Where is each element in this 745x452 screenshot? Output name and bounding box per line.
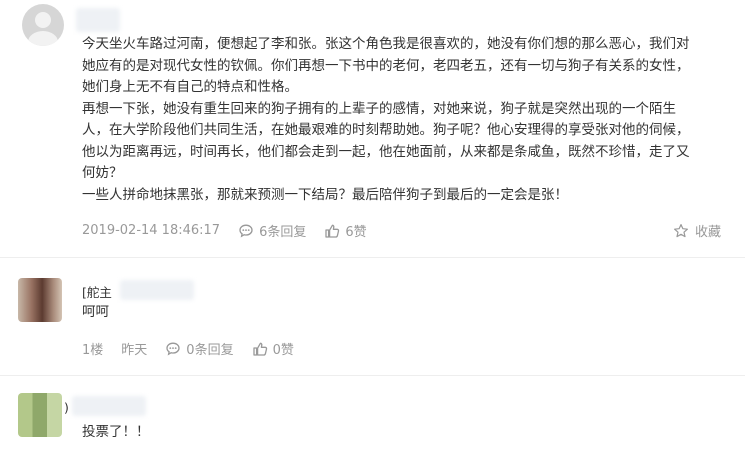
avatar[interactable] [18,278,62,322]
reply-text: 投票了！！ [82,424,150,440]
username-blurred[interactable] [120,280,194,300]
like-count-label: 6赞 [345,225,367,240]
star-icon [673,223,689,239]
comment-line: 他以为距离再远，时间再长，他们都会走到一起，他在她面前，从来都是条咸鱼，既然不珍… [82,143,690,160]
comment-line: 一些人拼命地抹黑张，那就来预测一下结局？最后陪伴狗子到最后的一定会是张！ [82,186,568,203]
avatar[interactable] [18,393,62,437]
favorite-label: 收藏 [694,225,721,240]
comment-line: 人，在大学阶段他们共同生活，在她最艰难的时刻帮助她。狗子呢？他心安理得的享受张对… [82,122,690,138]
comment-line: 今天坐火车路过河南，便想起了李和张。张这个角色我是很喜欢的，她没有你们想的那么恶… [82,36,690,52]
reply-count-button[interactable]: 0条回复 [165,339,234,358]
thumbs-up-icon [252,341,268,357]
avatar[interactable] [22,4,64,46]
like-count-label: 0赞 [272,343,294,358]
comment-line: 她们身上无不有自己的特点和性格。 [82,79,298,95]
reply-text: 呵呵 [82,304,109,320]
floor-number: 1楼 [82,343,104,358]
divider [0,375,745,376]
comment-icon [238,223,254,239]
thumbs-up-icon [324,223,340,239]
divider [0,257,745,258]
reply-time: 昨天 [121,343,148,358]
comment-line: 她应有的是对现代女性的钦佩。你们再想一下书中的老何，老四老五，还有一切与狗子有关… [82,57,690,74]
comment-line: 再想一下张，她没有重生回来的狗子拥有的上辈子的感情，对她来说，狗子就是突然出现的… [82,100,676,117]
reply-count-button[interactable]: 6条回复 [238,221,306,240]
username-blurred[interactable] [72,396,146,416]
timestamp: 2019-02-14 18:46:17 [82,223,221,238]
username-blurred[interactable] [76,8,120,32]
reply-username[interactable]: ) [64,400,69,415]
reply-meta: 1楼 昨天 0条回复 0赞 [82,339,312,358]
reply-username[interactable]: [舵主 [82,282,112,301]
comment-line: 何妨？ [82,165,123,181]
comment-icon [165,341,181,357]
comment-meta: 2019-02-14 18:46:17 6条回复 6赞 [82,221,385,240]
like-button[interactable]: 6赞 [324,221,367,240]
favorite-button[interactable]: 收藏 [673,221,721,240]
comment-body: 今天坐火车路过河南，便想起了李和张。张这个角色我是很喜欢的，她没有你们想的那么恶… [82,34,722,206]
like-button[interactable]: 0赞 [252,339,294,358]
reply-count-label: 6条回复 [259,225,307,240]
reply-count-label: 0条回复 [186,343,234,358]
